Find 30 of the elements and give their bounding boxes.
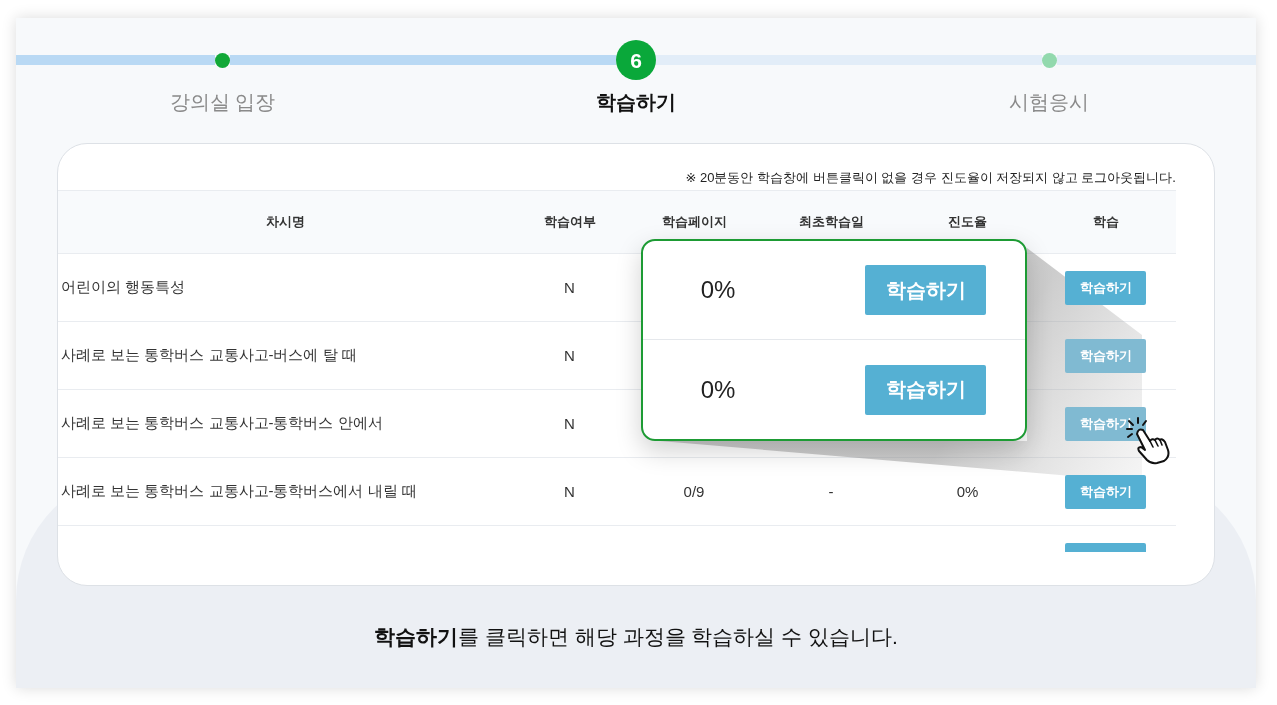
- table-cell: -: [828, 483, 834, 500]
- notice-text: ※ 20분동안 학습창에 버튼클릭이 없을 경우 진도율이 저장되지 않고 로그아웃됩니다.: [684, 169, 1176, 187]
- step-number-badge: 6: [616, 40, 656, 80]
- study-button[interactable]: 학습하기: [865, 265, 986, 315]
- table-cell: N: [564, 483, 575, 500]
- instruction-text: 학습하기를 클릭하면 해당 과정을 학습하실 수 있습니다.: [374, 625, 898, 648]
- table-cell: N: [564, 415, 575, 432]
- progress-value: 0%: [700, 375, 736, 404]
- study-button[interactable]: 학습하기: [865, 364, 986, 415]
- step-label: 시험응시: [1009, 90, 1090, 115]
- study-button[interactable]: 학습하기: [1065, 270, 1146, 305]
- column-header: 학습여부: [543, 213, 596, 231]
- column-header: 차시명: [266, 213, 305, 231]
- study-button[interactable]: 학습하기: [1065, 338, 1146, 373]
- table-cell: N: [564, 347, 575, 364]
- column-header: 학습: [1092, 213, 1119, 231]
- column-header: 진도율: [948, 213, 987, 231]
- lesson-title: 사례로 보는 통학버스 교통사고-통학버스 안에서: [60, 414, 383, 433]
- table-cell: 0/9: [683, 483, 705, 500]
- lesson-title: 사례로 보는 통학버스 교통사고-통학버스에서 내릴 때: [60, 482, 417, 501]
- progress-value: 0%: [700, 276, 736, 304]
- column-header: 최초학습일: [798, 213, 864, 231]
- table-cell: N: [564, 279, 575, 296]
- lesson-title: 사례로 보는 통학버스 교통사고-버스에 탈 때: [60, 346, 357, 365]
- table-cell: 0%: [956, 483, 979, 500]
- column-header: 학습페이지: [661, 213, 727, 231]
- step-label: 강의실 입장: [169, 90, 276, 115]
- study-button[interactable]: 학습하기: [1065, 474, 1146, 509]
- step-label: 학습하기: [596, 90, 676, 115]
- lesson-title: 어린이의 행동특성: [60, 278, 186, 297]
